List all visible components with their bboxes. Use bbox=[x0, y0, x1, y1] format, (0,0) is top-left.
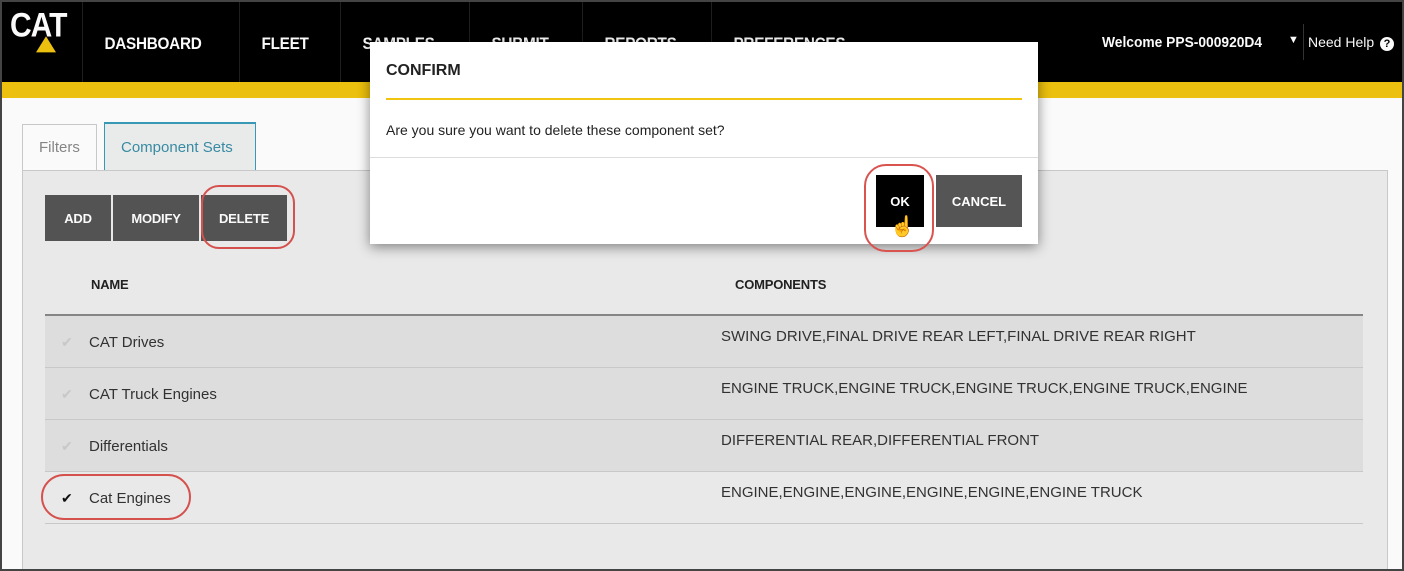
dialog-title-divider bbox=[386, 98, 1022, 100]
dialog-message: Are you sure you want to delete these co… bbox=[386, 122, 725, 138]
dialog-title: CONFIRM bbox=[386, 62, 461, 79]
hand-pointer-icon: ☝ bbox=[890, 216, 915, 238]
cancel-button[interactable]: CANCEL bbox=[936, 175, 1022, 227]
app-window: CAT DASHBOARD FLEET SAMPLES SUBMIT REPOR… bbox=[0, 0, 1404, 571]
confirm-dialog: CONFIRM Are you sure you want to delete … bbox=[370, 42, 1038, 252]
dialog-footer-divider bbox=[370, 157, 1038, 158]
